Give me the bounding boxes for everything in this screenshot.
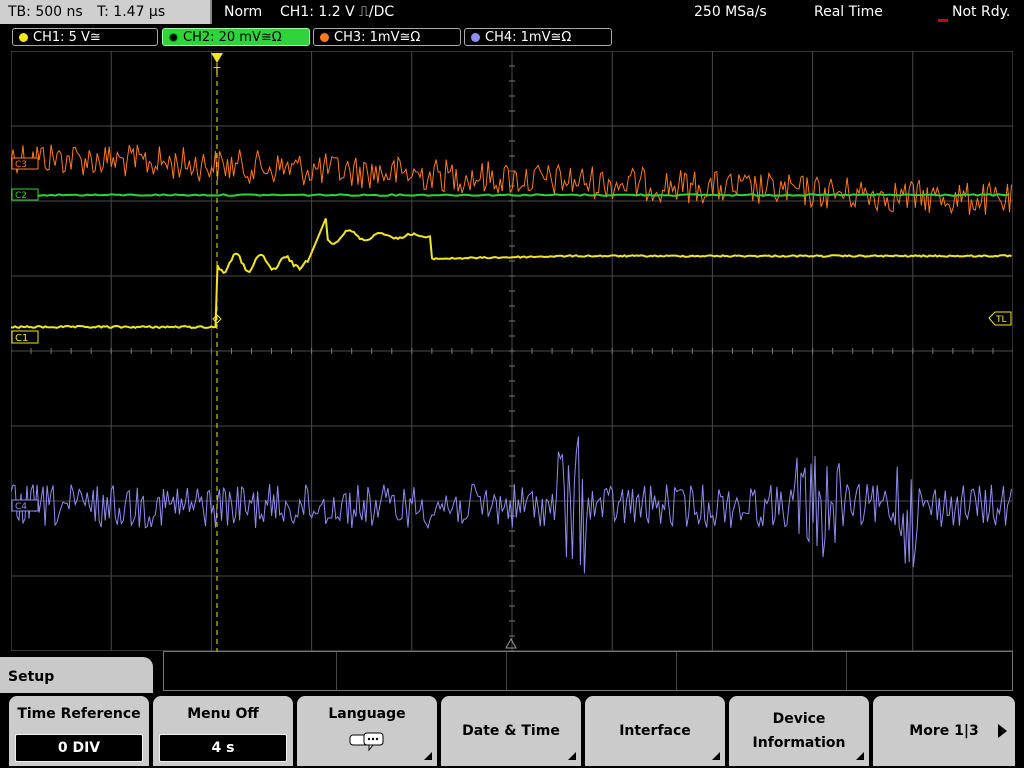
ch1-marker-text: C1 [15, 333, 28, 344]
trigger-level-text: TL [995, 315, 1007, 325]
message-divider [506, 652, 507, 690]
channel-tab-ch3[interactable]: CH3: 1mV≅Ω [313, 28, 461, 46]
submenu-corner-icon [424, 752, 432, 760]
trigger-time-label: T: 1.47 µs [97, 4, 166, 20]
message-divider [336, 652, 337, 690]
trigger-info-label[interactable]: CH1: 1.2 V ⎍/DC [280, 0, 394, 24]
time-reference-value: 0 DIV [15, 734, 143, 762]
menu-off-label: Menu Off [187, 706, 259, 722]
ch4-level-marker[interactable]: C4 [11, 499, 39, 512]
submenu-corner-icon [568, 752, 576, 760]
acquisition-mode-label: Real Time [814, 4, 883, 20]
menu-title: Setup [8, 669, 55, 685]
time-reference-softkey[interactable]: Time Reference 0 DIV [9, 696, 149, 766]
ch2-tab-label: CH2: 20 mV≅Ω [183, 30, 282, 45]
date-time-label: Date & Time [462, 723, 560, 739]
interface-softkey[interactable]: Interface [585, 696, 725, 766]
ch2-color-dot [169, 33, 178, 42]
timebase-box[interactable]: TB: 500 ns T: 1.47 µs [0, 0, 212, 24]
next-page-arrow-icon [998, 724, 1007, 738]
channel-tab-ch4[interactable]: CH4: 1mV≅Ω [464, 28, 612, 46]
message-divider [676, 652, 677, 690]
message-area [163, 651, 1013, 691]
submenu-corner-icon [856, 752, 864, 760]
language-label: Language [328, 706, 406, 722]
time-reference-label: Time Reference [17, 706, 141, 722]
device-information-softkey[interactable]: Device Information [729, 696, 869, 766]
submenu-corner-icon [712, 752, 720, 760]
device-information-label-line1: Device [772, 711, 826, 727]
ch4-marker-text: C4 [15, 502, 27, 512]
ch1-color-dot [19, 33, 28, 42]
ch3-tab-label: CH3: 1mV≅Ω [334, 30, 421, 45]
speech-bubble-icon [349, 732, 384, 752]
trigger-mode-label[interactable]: Norm [224, 0, 262, 24]
channel-tab-ch1[interactable]: CH1: 5 V≅ [12, 28, 158, 46]
sample-rate-label: 250 MSa/s [694, 4, 767, 20]
waveform-display[interactable]: T C3 C2 C1 C4 TL [11, 51, 1013, 651]
status-bar: TB: 500 ns T: 1.47 µs Norm CH1: 1.2 V ⎍/… [0, 0, 1024, 26]
softkey-bar: Time Reference 0 DIV Menu Off 4 s Langua… [0, 693, 1024, 768]
message-divider [846, 652, 847, 690]
ch4-color-dot [471, 33, 480, 42]
language-softkey[interactable]: Language [297, 696, 437, 766]
interface-label: Interface [619, 723, 691, 739]
device-information-label-line2: Information [752, 735, 846, 751]
ch3-level-marker[interactable]: C3 [11, 157, 39, 170]
more-label: More 1|3 [909, 723, 979, 739]
ch3-color-dot [320, 33, 329, 42]
ch1-tab-label: CH1: 5 V≅ [33, 30, 101, 45]
ch3-marker-text: C3 [15, 160, 27, 170]
ch4-tab-label: CH4: 1mV≅Ω [485, 30, 572, 45]
ch2-marker-text: C2 [15, 191, 27, 201]
timebase-label: TB: 500 ns [8, 4, 83, 20]
ch1-level-marker[interactable]: C1 [11, 330, 39, 344]
menu-off-value: 4 s [159, 734, 287, 762]
date-time-softkey[interactable]: Date & Time [441, 696, 581, 766]
acquisition-state-label: Not Rdy. [937, 0, 1010, 24]
channel-tab-ch2[interactable]: CH2: 20 mV≅Ω [162, 28, 310, 46]
ch2-level-marker[interactable]: C2 [11, 188, 39, 201]
trigger-position-text: T [213, 65, 221, 78]
more-softkey[interactable]: More 1|3 [873, 696, 1015, 766]
ch2-trace [11, 193, 1010, 197]
menu-off-softkey[interactable]: Menu Off 4 s [153, 696, 293, 766]
